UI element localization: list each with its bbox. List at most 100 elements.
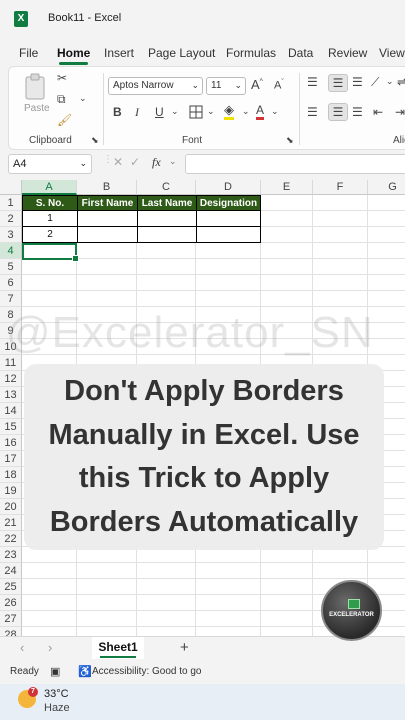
grow-font-button[interactable]: A^ xyxy=(251,77,263,92)
table-header-cell[interactable]: Designation xyxy=(196,195,261,211)
copy-icon[interactable]: ⧉ xyxy=(57,92,66,107)
align-top-icon[interactable]: ☰ xyxy=(307,75,318,89)
borders-icon[interactable] xyxy=(189,105,203,119)
row-header-27[interactable]: 27 xyxy=(0,611,22,627)
column-header-g[interactable]: G xyxy=(368,180,405,195)
select-all-corner[interactable] xyxy=(0,180,22,195)
table-cell[interactable] xyxy=(137,227,197,243)
chevron-down-icon[interactable]: ⌄ xyxy=(386,76,394,87)
accessibility-status[interactable]: Accessibility: Good to go xyxy=(92,666,202,677)
table-cell[interactable]: 2 xyxy=(22,227,78,243)
cut-icon[interactable]: ✂ xyxy=(57,71,67,85)
decrease-indent-icon[interactable]: ⇤ xyxy=(373,105,383,119)
row-header-6[interactable]: 6 xyxy=(0,275,22,291)
copy-dropdown-icon[interactable]: ⌄ xyxy=(79,93,87,104)
font-color-icon[interactable]: A xyxy=(256,103,265,120)
tab-view[interactable]: View xyxy=(379,46,405,60)
row-header-22[interactable]: 22 xyxy=(0,531,22,547)
paste-button[interactable]: Paste xyxy=(19,73,53,119)
row-header-15[interactable]: 15 xyxy=(0,419,22,435)
row-header-1[interactable]: 1 xyxy=(0,195,22,211)
macro-record-icon[interactable]: ▣ xyxy=(50,665,60,678)
active-cell-a4[interactable] xyxy=(22,243,79,262)
chevron-down-icon[interactable]: ⌄ xyxy=(207,106,215,117)
prev-sheet-icon[interactable]: ‹ xyxy=(20,640,24,655)
font-name-select[interactable]: Aptos Narrow ⌄ xyxy=(108,77,203,95)
row-header-3[interactable]: 3 xyxy=(0,227,22,243)
align-right-icon[interactable]: ☰ xyxy=(352,105,363,119)
row-header-4[interactable]: 4 xyxy=(0,243,22,259)
bold-button[interactable]: B xyxy=(113,105,122,119)
name-box[interactable]: A4 ⌄ xyxy=(8,154,92,174)
chevron-down-icon[interactable]: ⌄ xyxy=(242,106,250,117)
align-left-icon[interactable]: ☰ xyxy=(307,105,318,119)
row-header-26[interactable]: 26 xyxy=(0,595,22,611)
chevron-down-icon[interactable]: ⌄ xyxy=(271,106,279,117)
table-cell[interactable] xyxy=(77,211,138,227)
font-size-select[interactable]: 11 ⌄ xyxy=(206,77,246,95)
row-header-12[interactable]: 12 xyxy=(0,371,22,387)
row-header-20[interactable]: 20 xyxy=(0,499,22,515)
column-header-e[interactable]: E xyxy=(261,180,313,195)
tab-home[interactable]: Home xyxy=(57,46,90,65)
chevron-down-icon[interactable]: ⌄ xyxy=(171,106,179,117)
row-header-25[interactable]: 25 xyxy=(0,579,22,595)
row-header-24[interactable]: 24 xyxy=(0,563,22,579)
add-sheet-button[interactable]: + xyxy=(180,639,189,656)
column-header-f[interactable]: F xyxy=(313,180,368,195)
column-header-b[interactable]: B xyxy=(77,180,137,195)
underline-button[interactable]: U xyxy=(155,105,164,119)
caption-line: this Trick to Apply xyxy=(78,462,330,494)
italic-button[interactable]: I xyxy=(135,105,139,120)
column-header-a[interactable]: A xyxy=(22,180,77,195)
row-header-14[interactable]: 14 xyxy=(0,403,22,419)
align-bottom-icon[interactable]: ☰ xyxy=(352,75,363,89)
tab-insert[interactable]: Insert xyxy=(104,46,134,60)
sheet-tab-sheet1[interactable]: Sheet1 xyxy=(92,637,144,659)
tab-review[interactable]: Review xyxy=(328,46,367,60)
orientation-icon[interactable]: ⟋ xyxy=(371,75,379,90)
row-header-16[interactable]: 16 xyxy=(0,435,22,451)
worksheet-grid[interactable]: ABCDEFG 1 2 3 4 5 6 7 8 9 10 11 12 13 14 15 16 17 18 19 20 2… xyxy=(0,180,405,636)
insert-function-button[interactable]: fx xyxy=(152,155,161,170)
table-header-cell[interactable]: Last Name xyxy=(137,195,197,211)
tab-file[interactable]: File xyxy=(19,46,38,60)
row-header-7[interactable]: 7 xyxy=(0,291,22,307)
row-header-28[interactable]: 28 xyxy=(0,627,22,636)
accessibility-icon[interactable]: ♿ xyxy=(78,665,92,678)
shrink-font-button[interactable]: Aˇ xyxy=(274,79,284,92)
format-painter-icon[interactable]: 🖌 xyxy=(57,113,72,127)
enter-icon[interactable]: ✓ xyxy=(130,155,140,169)
gridline xyxy=(22,258,405,259)
row-header-23[interactable]: 23 xyxy=(0,547,22,563)
table-cell[interactable]: 1 xyxy=(22,211,78,227)
table-cell[interactable] xyxy=(196,211,261,227)
column-header-d[interactable]: D xyxy=(196,180,261,195)
row-header-2[interactable]: 2 xyxy=(0,211,22,227)
tab-data[interactable]: Data xyxy=(288,46,313,60)
tab-formulas[interactable]: Formulas xyxy=(226,46,276,60)
next-sheet-icon[interactable]: › xyxy=(48,640,52,655)
row-header-5[interactable]: 5 xyxy=(0,259,22,275)
align-center-icon[interactable]: ☰ xyxy=(328,103,348,121)
font-launcher-icon[interactable]: ⬊ xyxy=(286,135,294,146)
table-cell[interactable] xyxy=(137,211,197,227)
table-header-cell[interactable]: S. No. xyxy=(22,195,78,211)
wrap-text-icon[interactable]: ⇌ xyxy=(397,75,405,89)
row-header-13[interactable]: 13 xyxy=(0,387,22,403)
row-header-17[interactable]: 17 xyxy=(0,451,22,467)
tab-page-layout[interactable]: Page Layout xyxy=(148,46,215,60)
row-header-19[interactable]: 19 xyxy=(0,483,22,499)
cancel-icon[interactable]: ✕ xyxy=(113,155,123,169)
align-middle-icon[interactable]: ☰ xyxy=(328,74,348,92)
fill-color-icon[interactable]: ◈ xyxy=(224,103,234,120)
row-header-21[interactable]: 21 xyxy=(0,515,22,531)
increase-indent-icon[interactable]: ⇥ xyxy=(395,105,405,119)
table-cell[interactable] xyxy=(77,227,138,243)
table-cell[interactable] xyxy=(196,227,261,243)
clipboard-launcher-icon[interactable]: ⬊ xyxy=(91,135,99,146)
formula-input[interactable] xyxy=(185,154,405,174)
column-header-c[interactable]: C xyxy=(137,180,196,195)
row-header-18[interactable]: 18 xyxy=(0,467,22,483)
table-header-cell[interactable]: First Name xyxy=(77,195,138,211)
